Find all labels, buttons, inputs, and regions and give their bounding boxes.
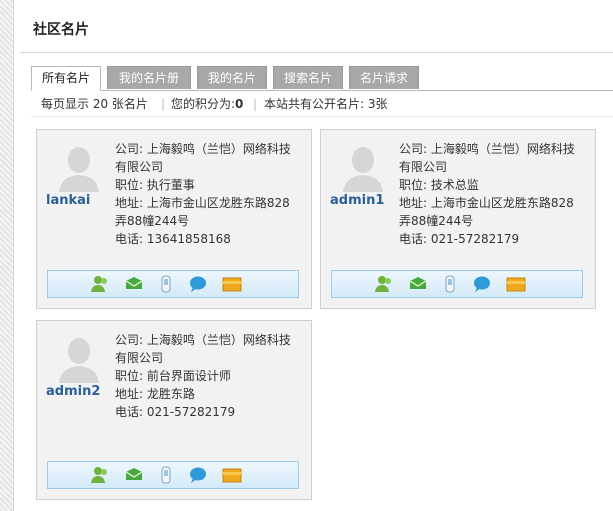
mobile-icon[interactable] bbox=[156, 465, 176, 485]
address-line: 地址: 龙胜东路 bbox=[115, 387, 195, 401]
tab-my-card[interactable]: 我的名片 bbox=[197, 66, 267, 89]
card-actions-bar bbox=[47, 461, 299, 489]
divider bbox=[31, 116, 613, 117]
address-line-2: 弄88幢244号 bbox=[399, 214, 474, 228]
card-username[interactable]: admin1 bbox=[330, 193, 384, 208]
page-title: 社区名片 bbox=[20, 8, 613, 53]
business-card: lankai 公司: 上海毅鸣（兰恺）网络科技 有限公司 职位: 执行董事 地址… bbox=[36, 129, 312, 309]
card-details: 公司: 上海毅鸣（兰恺）网络科技 有限公司 职位: 执行董事 地址: 上海市金山… bbox=[115, 140, 305, 248]
business-card: admin2 公司: 上海毅鸣（兰恺）网络科技 有限公司 职位: 前台界面设计师… bbox=[36, 320, 312, 500]
separator: | bbox=[161, 97, 166, 111]
info-bar: 每页显示 20 张名片 | 您的积分为: 0 | 本站共有公开名片: 3张 bbox=[31, 93, 611, 115]
business-card: admin1 公司: 上海毅鸣（兰恺）网络科技 有限公司 职位: 技术总监 地址… bbox=[320, 129, 596, 309]
tab-bar: 所有名片 我的名片册 我的名片 搜索名片 名片请求 bbox=[31, 66, 613, 91]
folder-icon[interactable] bbox=[222, 465, 242, 485]
title-line: 职位: 执行董事 bbox=[115, 178, 195, 192]
per-page-text: 每页显示 20 张名片 bbox=[41, 97, 148, 111]
add-friend-icon[interactable] bbox=[374, 274, 394, 294]
community-cards-panel: 社区名片 所有名片 我的名片册 我的名片 搜索名片 名片请求 每页显示 20 张… bbox=[20, 0, 613, 511]
card-actions-bar bbox=[47, 270, 299, 298]
chat-icon[interactable] bbox=[472, 274, 492, 294]
tab-my-card-book[interactable]: 我的名片册 bbox=[107, 66, 191, 89]
avatar-placeholder-icon bbox=[343, 147, 383, 192]
add-friend-icon[interactable] bbox=[90, 465, 110, 485]
mobile-icon[interactable] bbox=[156, 274, 176, 294]
folder-icon[interactable] bbox=[506, 274, 526, 294]
message-icon[interactable] bbox=[124, 465, 144, 485]
card-username[interactable]: admin2 bbox=[46, 384, 100, 399]
title-line: 职位: 技术总监 bbox=[399, 178, 479, 192]
title-line: 职位: 前台界面设计师 bbox=[115, 369, 231, 383]
address-line-2: 弄88幢244号 bbox=[115, 214, 190, 228]
message-icon[interactable] bbox=[124, 274, 144, 294]
avatar-placeholder-icon bbox=[59, 147, 99, 192]
card-details: 公司: 上海毅鸣（兰恺）网络科技 有限公司 职位: 前台界面设计师 地址: 龙胜… bbox=[115, 331, 305, 421]
company-line: 公司: 上海毅鸣（兰恺）网络科技 bbox=[115, 333, 291, 347]
add-friend-icon[interactable] bbox=[90, 274, 110, 294]
chat-icon[interactable] bbox=[188, 274, 208, 294]
public-cards-count: 本站共有公开名片: 3张 bbox=[264, 97, 388, 111]
folder-icon[interactable] bbox=[222, 274, 242, 294]
points-value: 0 bbox=[235, 97, 244, 111]
card-actions-bar bbox=[331, 270, 583, 298]
avatar-placeholder-icon bbox=[59, 338, 99, 383]
message-icon[interactable] bbox=[408, 274, 428, 294]
left-decorative-stripe bbox=[0, 0, 14, 511]
card-username[interactable]: lankai bbox=[46, 193, 90, 208]
address-line: 地址: 上海市金山区龙胜东路828 bbox=[399, 196, 574, 210]
company-line: 公司: 上海毅鸣（兰恺）网络科技 bbox=[399, 142, 575, 156]
separator: | bbox=[253, 97, 258, 111]
company-line-2: 有限公司 bbox=[115, 351, 164, 365]
address-line: 地址: 上海市金山区龙胜东路828 bbox=[115, 196, 290, 210]
points-label: 您的积分为: bbox=[171, 97, 236, 111]
chat-icon[interactable] bbox=[188, 465, 208, 485]
company-line-2: 有限公司 bbox=[399, 160, 448, 174]
phone-line: 电话: 13641858168 bbox=[115, 232, 231, 246]
tab-all-cards[interactable]: 所有名片 bbox=[31, 66, 101, 91]
company-line: 公司: 上海毅鸣（兰恺）网络科技 bbox=[115, 142, 291, 156]
tab-search-cards[interactable]: 搜索名片 bbox=[273, 66, 343, 89]
phone-line: 电话: 021-57282179 bbox=[115, 405, 236, 419]
card-details: 公司: 上海毅鸣（兰恺）网络科技 有限公司 职位: 技术总监 地址: 上海市金山… bbox=[399, 140, 589, 248]
tab-card-requests[interactable]: 名片请求 bbox=[349, 66, 419, 89]
mobile-icon[interactable] bbox=[440, 274, 460, 294]
company-line-2: 有限公司 bbox=[115, 160, 164, 174]
phone-line: 电话: 021-57282179 bbox=[399, 232, 520, 246]
